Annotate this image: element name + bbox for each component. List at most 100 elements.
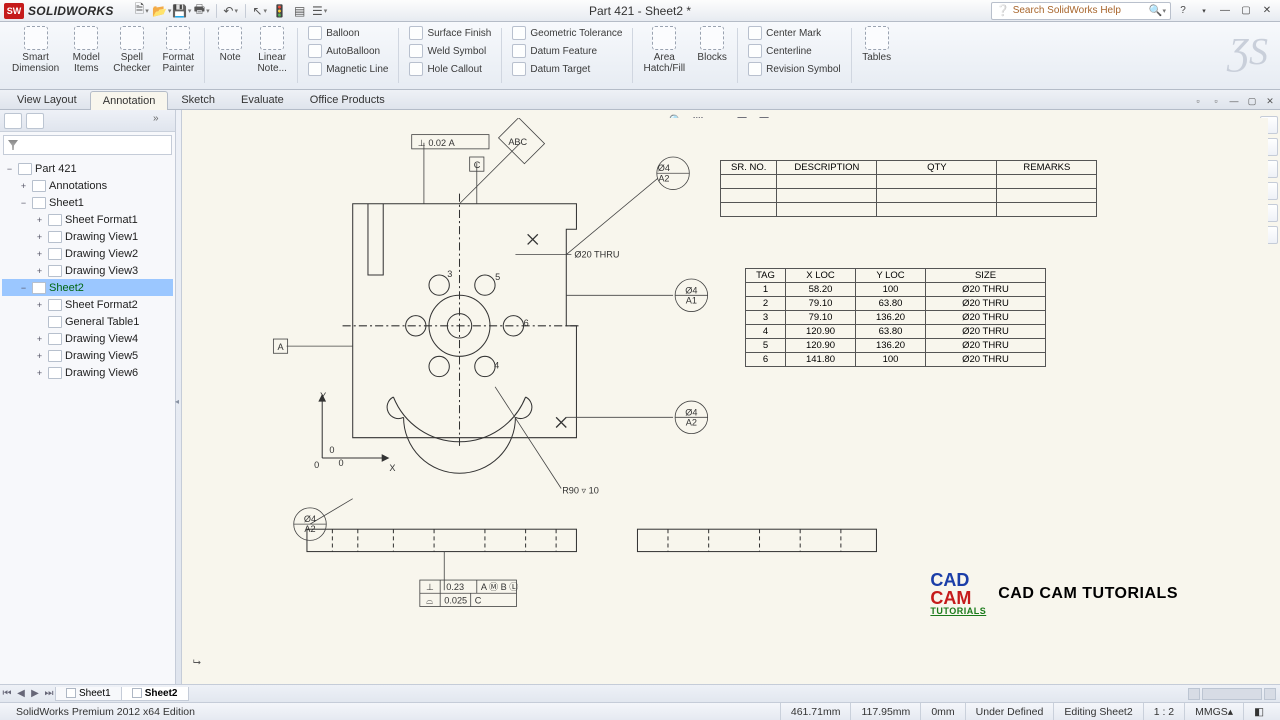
tree-item-annotations[interactable]: +Annotations — [2, 177, 173, 194]
qat-new-icon[interactable]: 🗎 — [134, 3, 150, 19]
svg-text:A2: A2 — [658, 173, 669, 183]
sheet-nav-last-icon[interactable]: ⏭ — [42, 688, 56, 699]
qat-options-icon[interactable]: ☰ — [312, 3, 328, 19]
tree-item-sheet-format2[interactable]: +Sheet Format2 — [2, 296, 173, 313]
svg-text:0: 0 — [329, 445, 334, 455]
sheet-tab-sheet2[interactable]: Sheet2 — [121, 687, 189, 701]
minimize-button[interactable]: — — [1216, 4, 1234, 18]
hole-callout-button[interactable]: Hole Callout — [409, 62, 491, 76]
sheet-nav-next-icon[interactable]: ▶ — [28, 688, 42, 699]
qat-open-icon[interactable]: 📂 — [154, 3, 170, 19]
smart-dimension-button[interactable]: SmartDimension — [6, 24, 65, 88]
surface-finish-icon — [409, 26, 423, 40]
tab-sketch[interactable]: Sketch — [168, 90, 228, 109]
hscroll[interactable] — [189, 688, 1280, 700]
mdi-min-icon[interactable]: — — [1226, 94, 1242, 108]
status-editing: Editing Sheet2 — [1053, 703, 1142, 720]
bom-table[interactable]: SR. NO.DESCRIPTIONQTYREMARKS — [720, 160, 1097, 217]
area-hatch-icon — [652, 26, 676, 50]
area-hatch-button[interactable]: AreaHatch/Fill — [637, 24, 691, 88]
linear-note-button[interactable]: LinearNote... — [251, 24, 293, 88]
surface-finish-button[interactable]: Surface Finish — [409, 26, 491, 40]
status-bar: SolidWorks Premium 2012 x64 Edition 461.… — [0, 702, 1280, 720]
mdi-max-icon[interactable]: ▢ — [1244, 94, 1260, 108]
note-button[interactable]: Note — [209, 24, 251, 88]
feature-tree[interactable]: −Part 421+Annotations−Sheet1+Sheet Forma… — [0, 158, 175, 684]
tree-item-sheet-format1[interactable]: +Sheet Format1 — [2, 211, 173, 228]
search-icon[interactable]: 🔍 — [1149, 4, 1163, 17]
ribbon-sep — [204, 28, 205, 83]
tree-item-sheet2[interactable]: −Sheet2 — [2, 279, 173, 296]
status-extra-icon[interactable]: ◧ — [1243, 703, 1274, 720]
qat-print-icon[interactable]: 🖶 — [194, 3, 210, 19]
linear-note-icon — [260, 26, 284, 50]
tables-button[interactable]: Tables — [856, 24, 898, 88]
svg-text:0: 0 — [314, 460, 319, 470]
blocks-button[interactable]: Blocks — [691, 24, 733, 88]
qat-select-icon[interactable]: ↖ — [252, 3, 268, 19]
tree-item-drawing-view3[interactable]: +Drawing View3 — [2, 262, 173, 279]
tree-item-drawing-view1[interactable]: +Drawing View1 — [2, 228, 173, 245]
tree-item-drawing-view2[interactable]: +Drawing View2 — [2, 245, 173, 262]
geometric-tolerance-button[interactable]: Geometric Tolerance — [512, 26, 622, 40]
mdi-a-icon[interactable]: ▫ — [1190, 94, 1206, 108]
tree-root[interactable]: −Part 421 — [2, 160, 173, 177]
svg-text:0.23: 0.23 — [446, 582, 464, 592]
svg-text:C: C — [475, 595, 482, 605]
watermark: CAD CAM TUTORIALS CAD CAM TUTORIALS — [930, 571, 1178, 616]
magnetic-line-button[interactable]: Magnetic Line — [308, 62, 388, 76]
model-items-button[interactable]: ModelItems — [65, 24, 107, 88]
panel-tab-feature-icon[interactable] — [4, 113, 22, 129]
autoballoon-button[interactable]: AutoBalloon — [308, 44, 388, 58]
tree-item-sheet1[interactable]: −Sheet1 — [2, 194, 173, 211]
search-dropdown-icon[interactable]: ▾ — [1162, 7, 1166, 15]
help-icon[interactable]: ? — [1174, 4, 1192, 18]
tree-item-drawing-view5[interactable]: +Drawing View5 — [2, 347, 173, 364]
svg-text:Y: Y — [320, 391, 326, 401]
spell-checker-button[interactable]: SpellChecker — [107, 24, 156, 88]
magnetic-line-icon — [308, 62, 322, 76]
mdi-b-icon[interactable]: ▫ — [1208, 94, 1224, 108]
svg-text:X: X — [389, 463, 395, 473]
help-dropdown-icon[interactable]: ▾ — [1195, 4, 1213, 18]
tab-evaluate[interactable]: Evaluate — [228, 90, 297, 109]
status-units[interactable]: MMGS ▴ — [1184, 703, 1243, 720]
tab-annotation[interactable]: Annotation — [90, 91, 169, 110]
centerline-button[interactable]: Centerline — [748, 44, 840, 58]
qat-undo-icon[interactable]: ↶ — [223, 3, 239, 19]
datum-feature-button[interactable]: Datum Feature — [512, 44, 622, 58]
svg-text:4: 4 — [494, 361, 499, 371]
mdi-controls: ▫ ▫ — ▢ ✕ — [1190, 94, 1278, 108]
tree-item-drawing-view6[interactable]: +Drawing View6 — [2, 364, 173, 381]
qat-rebuild-icon[interactable]: 🚦 — [272, 3, 288, 19]
tree-item-general-table1[interactable]: General Table1 — [2, 313, 173, 330]
revision-symbol-button[interactable]: Revision Symbol — [748, 62, 840, 76]
mdi-close-icon[interactable]: ✕ — [1262, 94, 1278, 108]
help-search-input[interactable] — [1013, 5, 1149, 16]
tab-office-products[interactable]: Office Products — [297, 90, 398, 109]
close-button[interactable]: ✕ — [1258, 4, 1276, 18]
datum-target-button[interactable]: Datum Target — [512, 62, 622, 76]
qat-layers-icon[interactable]: ▤ — [292, 3, 308, 19]
qat-save-icon[interactable]: 💾 — [174, 3, 190, 19]
tab-view-layout[interactable]: View Layout — [4, 90, 90, 109]
autoballoon-icon — [308, 44, 322, 58]
tree-item-drawing-view4[interactable]: +Drawing View4 — [2, 330, 173, 347]
panel-tab-property-icon[interactable] — [26, 113, 44, 129]
format-painter-button[interactable]: FormatPainter — [157, 24, 201, 88]
weld-symbol-button[interactable]: Weld Symbol — [409, 44, 491, 58]
restore-button[interactable]: ▢ — [1237, 4, 1255, 18]
sheet-nav-prev-icon[interactable]: ◀ — [14, 688, 28, 699]
panel-collapse-icon[interactable]: » — [153, 113, 171, 129]
center-mark-button[interactable]: Center Mark — [748, 26, 840, 40]
sheet-tab-sheet1[interactable]: Sheet1 — [55, 687, 122, 701]
help-search[interactable]: ❔ 🔍 ▾ — [991, 2, 1171, 20]
hole-table[interactable]: TAGX LOCY LOCSIZE158.20100Ø20 THRU279.10… — [745, 268, 1046, 367]
drawing-canvas[interactable]: ▫ ▫ — ▢ ✕ 🔍 ⬚ ↩ ◨ ◧ ▾ — [182, 110, 1280, 684]
balloon-button[interactable]: Balloon — [308, 26, 388, 40]
svg-text:A1: A1 — [686, 295, 697, 305]
sheet-nav-first-icon[interactable]: ⏮ — [0, 688, 14, 699]
weld-symbol-icon — [409, 44, 423, 58]
tree-filter[interactable] — [3, 135, 172, 155]
status-y: 117.95mm — [850, 703, 920, 720]
